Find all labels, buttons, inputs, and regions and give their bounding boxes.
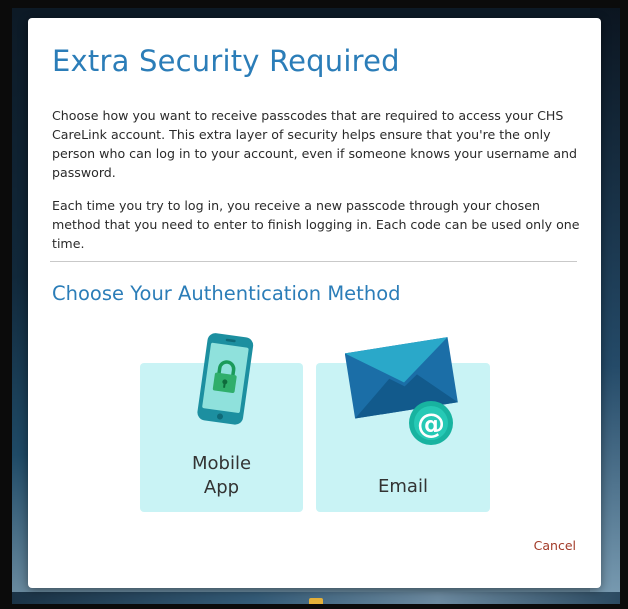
intro-paragraph: Choose how you want to receive passcodes…	[52, 108, 578, 180]
mobile-label-line-2: App	[203, 477, 240, 498]
passcode-info-paragraph: Each time you try to log in, you receive…	[52, 198, 580, 251]
cancel-link[interactable]: Cancel	[534, 538, 576, 553]
mobile-phone-lock-icon[interactable]	[194, 331, 258, 431]
divider	[50, 261, 577, 262]
auth-method-heading: Choose Your Authentication Method	[52, 282, 401, 305]
security-dialog: Extra Security Required Choose how you w…	[28, 18, 601, 588]
email-label: Email	[378, 476, 428, 497]
mobile-app-label: Mobile App	[140, 452, 303, 500]
taskbar-accent	[309, 598, 323, 604]
envelope-at-icon[interactable]: @	[345, 331, 463, 447]
svg-text:@: @	[417, 407, 445, 440]
dialog-title: Extra Security Required	[52, 44, 400, 78]
mobile-label-line-1: Mobile	[191, 453, 252, 474]
